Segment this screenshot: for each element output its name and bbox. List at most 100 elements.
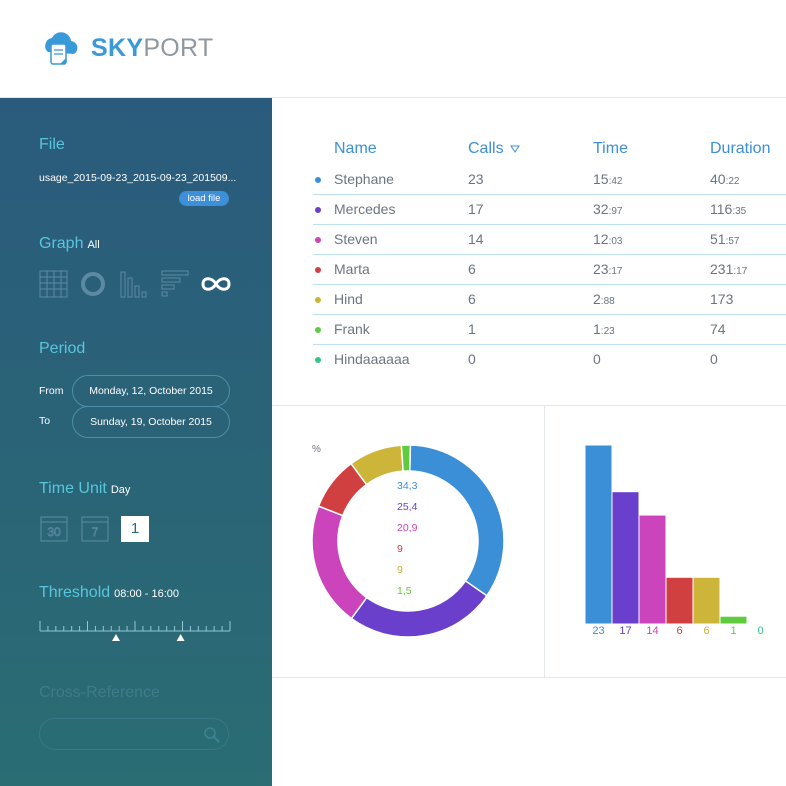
cell-name: Marta [334, 261, 370, 277]
charts-top-divider [272, 405, 786, 406]
bar-value-label: 23 [592, 625, 605, 637]
bar-hind[interactable] [692, 576, 721, 625]
to-date-field[interactable]: Sunday, 19, October 2015 [72, 406, 230, 438]
infinity-icon[interactable] [200, 270, 232, 298]
to-label: To [39, 415, 51, 427]
table-row[interactable]: Steven 14 12:03 51:57 [313, 225, 786, 255]
duration-main: 0 [710, 351, 718, 367]
week-calendar-icon[interactable]: 7 [81, 516, 109, 542]
donut-slice-mercedes[interactable] [350, 579, 488, 638]
bar-frank[interactable] [719, 615, 748, 625]
donut-value-label: 34,3 [397, 480, 418, 492]
time-small: :97 [608, 206, 623, 217]
row-color-dot [315, 297, 321, 303]
table-row[interactable]: Marta 6 23:17 231:17 [313, 255, 786, 285]
table-row[interactable]: Hind 6 2:88 173 [313, 285, 786, 315]
row-color-dot [315, 207, 321, 213]
duration-main: 51 [710, 231, 726, 247]
cell-duration: 51:57 [710, 231, 739, 247]
bar-value-label: 14 [646, 625, 659, 637]
month-calendar-icon[interactable]: 30 [40, 516, 68, 542]
time-unit-title: Time Unit [39, 480, 107, 497]
graph-section-title: Graph All [39, 235, 100, 253]
file-section-title: File [39, 136, 65, 153]
brand-name: SKYPORT [91, 34, 214, 63]
cross-reference-title: Cross-Reference [39, 684, 160, 701]
cross-reference-search-input[interactable] [39, 718, 229, 750]
duration-small: :22 [725, 176, 740, 187]
time-small: :42 [608, 176, 623, 187]
time-main: 15 [593, 171, 609, 187]
column-header-time[interactable]: Time [593, 140, 628, 158]
horizontal-bar-icon[interactable] [161, 270, 193, 298]
table-row[interactable]: Mercedes 17 32:97 116:35 [313, 195, 786, 225]
row-color-dot [315, 177, 321, 183]
donut-chart [311, 444, 505, 638]
period-section-title: Period [39, 340, 86, 357]
graph-sub: All [87, 239, 100, 251]
day-unit-button[interactable]: 1 [121, 516, 149, 542]
from-label: From [39, 385, 64, 397]
cell-calls: 23 [468, 171, 484, 187]
time-main: 1 [593, 321, 601, 337]
duration-main: 173 [710, 291, 734, 307]
load-file-button[interactable]: load file [179, 191, 229, 206]
bar-value-label: 17 [619, 625, 632, 637]
bar-value-label: 6 [703, 625, 710, 637]
app-header: SKYPORT [0, 0, 786, 98]
cell-time: 0 [593, 351, 601, 367]
donut-value-label: 20,9 [397, 522, 418, 534]
cell-name: Hindaaaaaa [334, 351, 410, 367]
donut-icon[interactable] [80, 270, 108, 298]
time-main: 12 [593, 231, 609, 247]
svg-text:30: 30 [47, 525, 61, 539]
file-name: usage_2015-09-23_2015-09-23_201509... [39, 172, 237, 184]
search-icon[interactable] [203, 726, 221, 744]
cell-name: Frank [334, 321, 370, 337]
duration-small: :57 [725, 236, 740, 247]
cell-name: Mercedes [334, 201, 396, 217]
time-main: 0 [593, 351, 601, 367]
column-header-calls[interactable]: Calls [468, 140, 520, 158]
table-icon[interactable] [39, 270, 69, 298]
column-header-name[interactable]: Name [334, 140, 377, 158]
bar-marta[interactable] [665, 576, 694, 625]
from-date-field[interactable]: Monday, 12, October 2015 [72, 375, 230, 407]
bar-steven[interactable] [638, 514, 667, 625]
donut-slice-stephane[interactable] [408, 444, 505, 597]
bar-chart-icon[interactable] [120, 270, 152, 298]
threshold-slider[interactable] [39, 616, 232, 646]
time-main: 32 [593, 201, 609, 217]
threshold-title: Threshold [39, 584, 111, 601]
threshold-low-handle[interactable] [112, 634, 120, 641]
bar-mercedes[interactable] [611, 491, 640, 625]
cell-duration: 231:17 [710, 261, 747, 277]
threshold-high-handle[interactable] [176, 634, 185, 641]
duration-main: 40 [710, 171, 726, 187]
table-row[interactable]: Hindaaaaaa 0 0 0 [313, 345, 786, 375]
cell-time: 23:17 [593, 261, 622, 277]
cell-calls: 0 [468, 351, 476, 367]
cell-name: Hind [334, 291, 363, 307]
column-header-duration[interactable]: Duration [710, 140, 770, 158]
donut-slice-steven[interactable] [311, 505, 368, 620]
time-small: :88 [600, 296, 615, 307]
cell-name: Steven [334, 231, 378, 247]
bar-stephane[interactable] [584, 444, 613, 625]
donut-value-label: 9 [397, 564, 403, 576]
time-unit-sub: Day [110, 484, 131, 496]
donut-value-label: 25,4 [397, 501, 418, 513]
duration-main: 116 [710, 201, 733, 217]
sidebar: File usage_2015-09-23_2015-09-23_201509.… [0, 98, 272, 786]
donut-slice-frank[interactable] [400, 444, 412, 472]
duration-small: :17 [733, 266, 748, 277]
table-row[interactable]: Stephane 23 15:42 40:22 [313, 165, 786, 195]
bar-value-label: 1 [730, 625, 737, 637]
threshold-section-title: Threshold 08:00 - 16:00 [39, 584, 179, 602]
calls-header-label: Calls [468, 140, 504, 157]
cell-duration: 116:35 [710, 201, 746, 217]
table-row[interactable]: Frank 1 1:23 74 [313, 315, 786, 345]
bar-chart [584, 444, 748, 625]
time-small: :17 [608, 266, 623, 277]
threshold-sub: 08:00 - 16:00 [114, 588, 179, 600]
